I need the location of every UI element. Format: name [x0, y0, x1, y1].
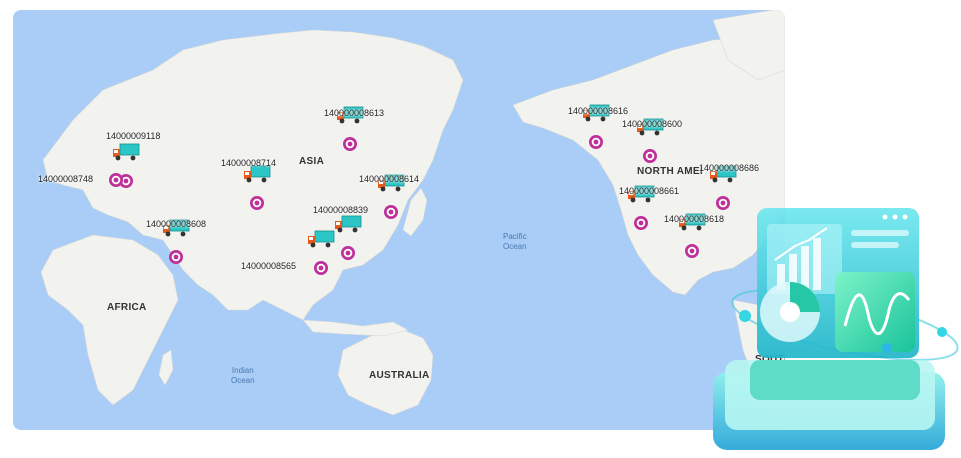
pacific-line2: Ocean: [503, 242, 527, 251]
ocean-label-pacific: Pacific Ocean: [503, 232, 527, 252]
vehicle-id: 140000008613: [324, 108, 385, 118]
location-pin-icon: [314, 261, 328, 275]
vehicle-id: 14000008565: [241, 261, 297, 271]
ocean-label-indian: Indian Ocean: [231, 366, 255, 386]
location-pin-icon: [341, 246, 355, 260]
region-label-asia: ASIA: [299, 156, 325, 167]
madagascar-landmass: [158, 349, 174, 386]
indian-line2: Ocean: [231, 376, 255, 385]
region-label-africa: AFRICA: [107, 302, 147, 313]
vehicle-id: 14000008748: [38, 174, 94, 184]
delivery-truck-icon: [335, 215, 362, 233]
location-pin-icon: [109, 173, 123, 187]
location-pin-icon: [250, 196, 264, 210]
location-pin-icon: [169, 250, 183, 264]
vehicle-id: 140000008614: [359, 174, 420, 184]
region-label-australia: AUSTRALIA: [369, 370, 430, 381]
pacific-line1: Pacific: [503, 232, 527, 241]
delivery-truck-icon: [113, 143, 140, 161]
location-pin-icon: [634, 216, 648, 230]
vehicle-id: 140000008600: [622, 119, 683, 129]
indian-line1: Indian: [231, 366, 254, 375]
vehicle-id: 140000008616: [568, 106, 629, 116]
region-label-north-america: NORTH AMEI: [637, 166, 703, 177]
africa-landmass: [40, 234, 179, 406]
vehicle-id: 140000008608: [146, 219, 207, 229]
delivery-truck-icon: [308, 230, 335, 248]
location-pin-icon: [343, 137, 357, 151]
analytics-dashboard-illustration: [713, 208, 959, 450]
location-pin-icon: [589, 135, 603, 149]
location-pin-icon: [685, 244, 699, 258]
world-map[interactable]: ASIA AFRICA AUSTRALIA NORTH AMEI SOUTI P…: [13, 10, 785, 430]
indonesia-landmass: [302, 319, 409, 337]
vehicle-id: 14000009118: [106, 131, 161, 141]
vehicle-id: 140000008686: [699, 163, 760, 173]
vehicle-id: 140000008661: [619, 186, 680, 196]
location-pin-icon: [643, 149, 657, 163]
vehicle-id: 14000008839: [313, 205, 369, 215]
location-pin-icon: [384, 205, 398, 219]
vehicle-id: 14000008714: [221, 158, 277, 168]
